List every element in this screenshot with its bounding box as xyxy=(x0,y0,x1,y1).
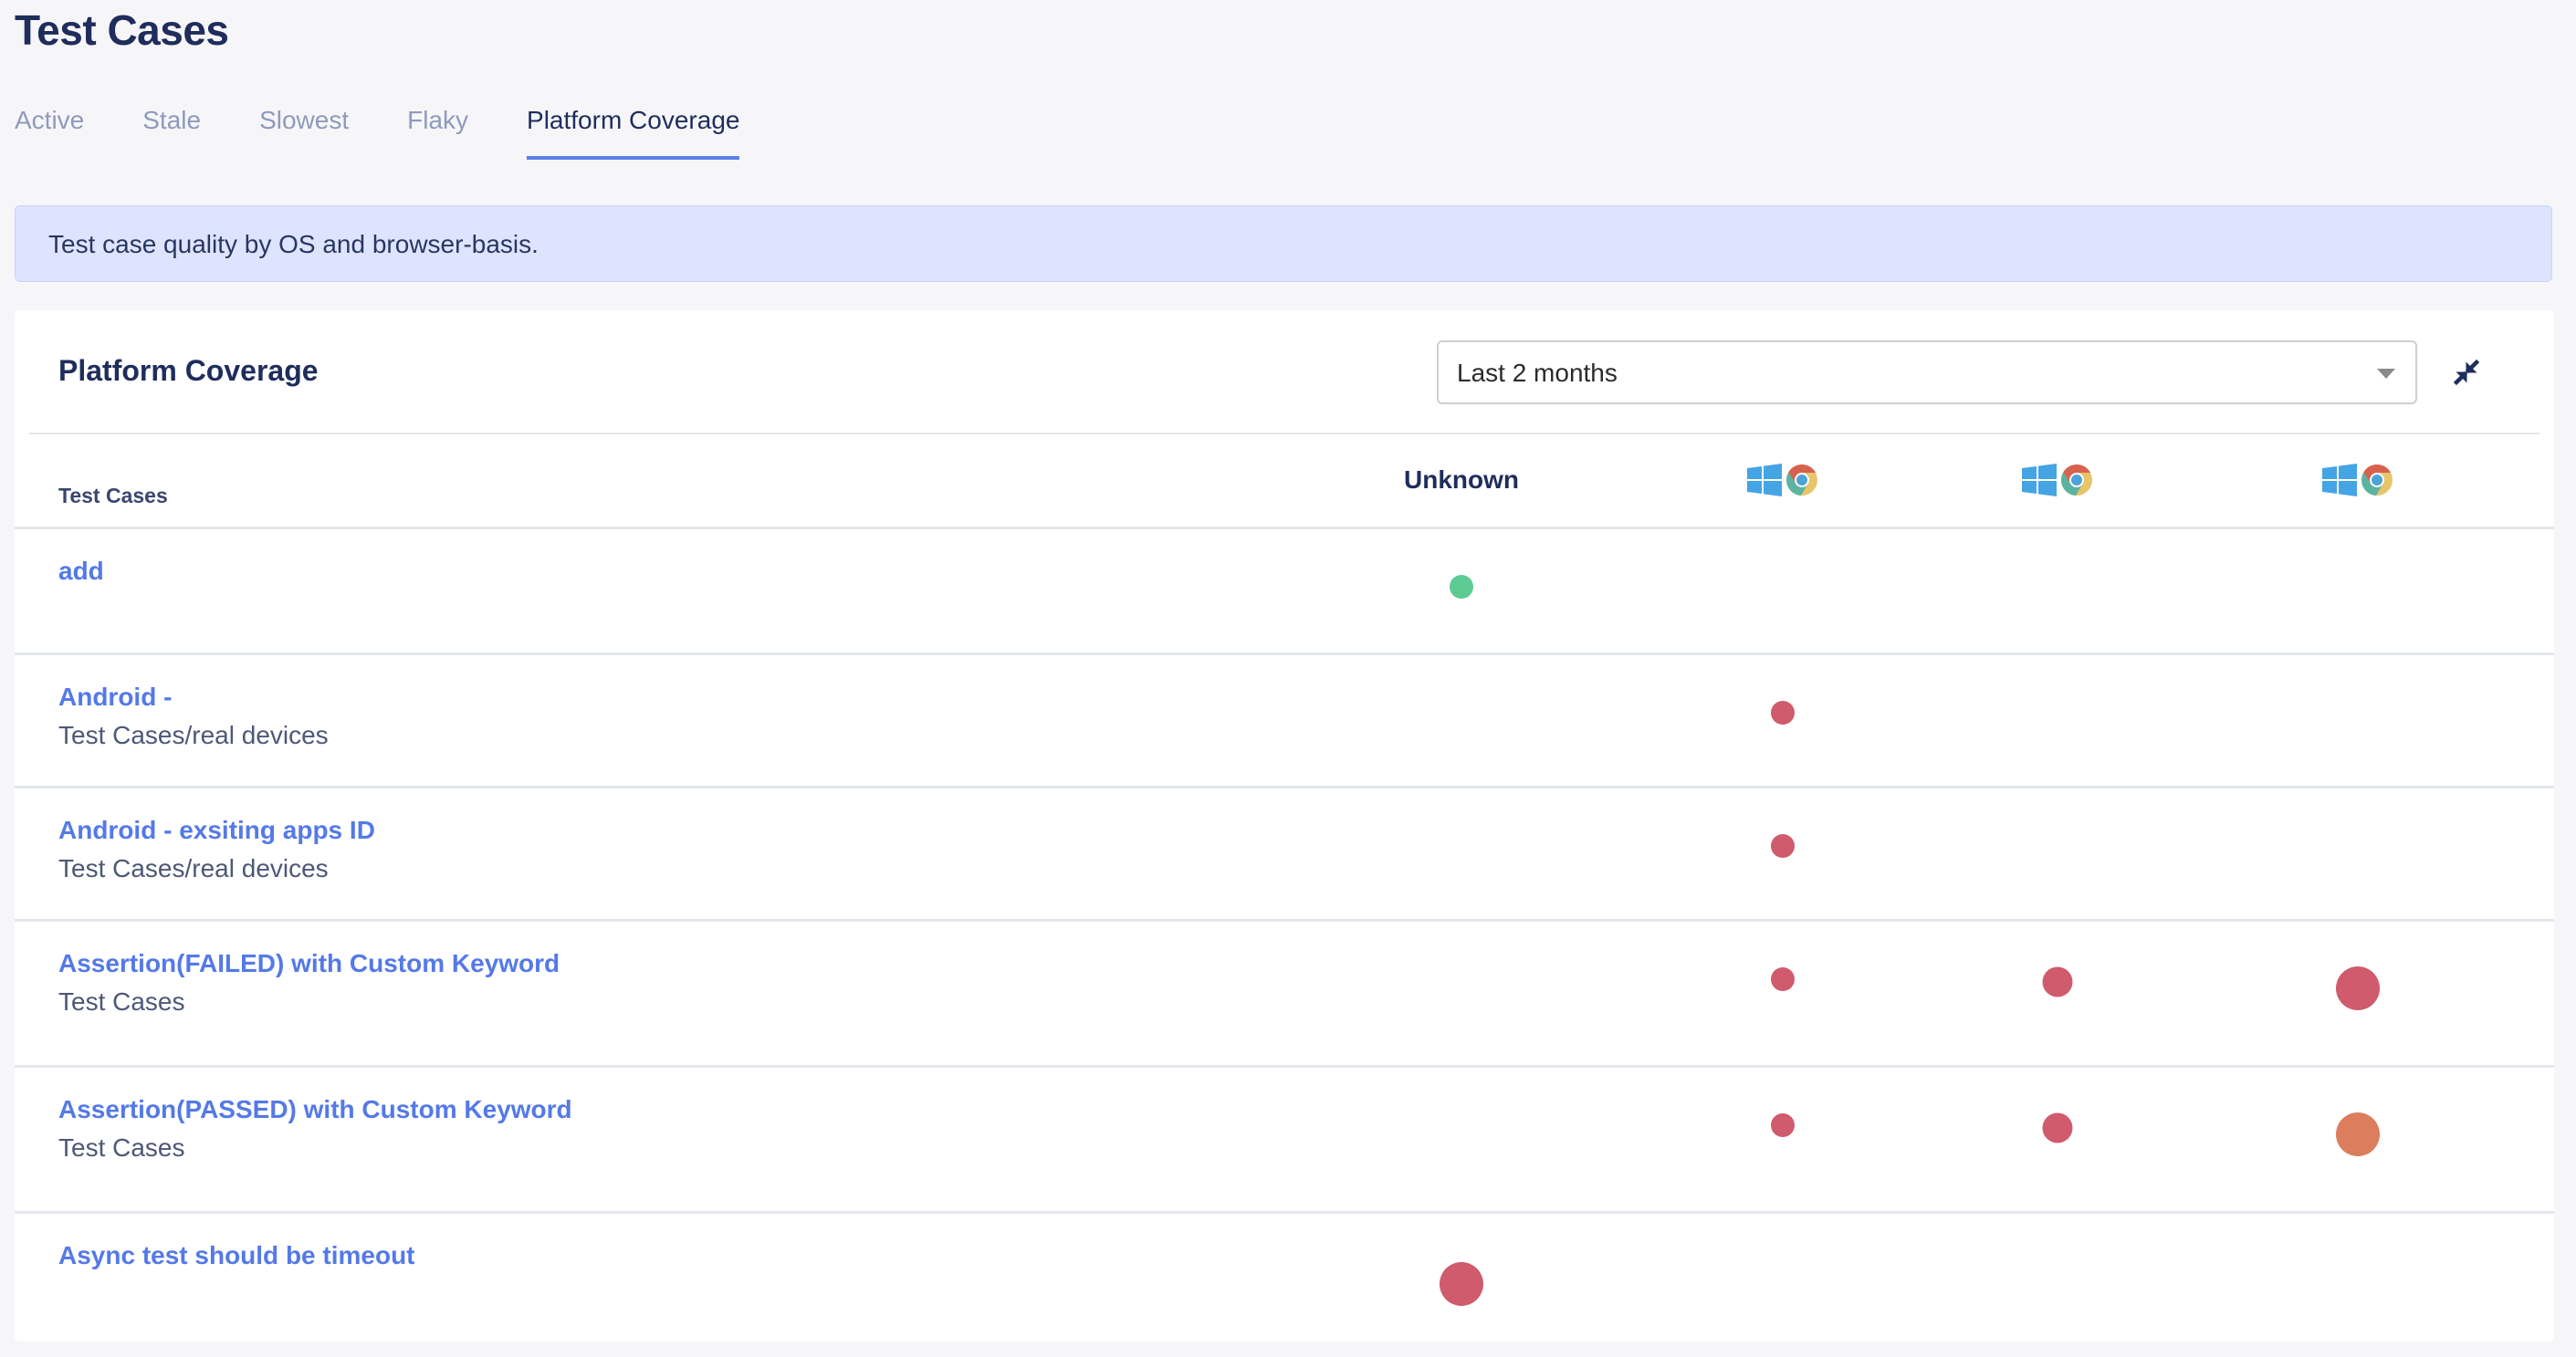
test-case-path: Test Cases xyxy=(58,1133,185,1162)
card-divider xyxy=(29,433,2539,434)
time-range-select[interactable]: Last 2 months xyxy=(1437,340,2417,404)
tab-bar: Active Stale Slowest Flaky Platform Cove… xyxy=(15,102,798,162)
test-case-link[interactable]: Android - xyxy=(58,683,172,712)
test-case-link[interactable]: Android - exsiting apps ID xyxy=(58,816,375,845)
tab-stale[interactable]: Stale xyxy=(142,102,201,162)
tab-platform-coverage[interactable]: Platform Coverage xyxy=(527,102,740,162)
status-dot-failed[interactable] xyxy=(1771,701,1795,725)
status-dot-failed[interactable] xyxy=(1771,967,1795,991)
platform-icons xyxy=(1747,464,1818,496)
collapse-button[interactable] xyxy=(2448,354,2485,391)
test-case-link[interactable]: Assertion(FAILED) with Custom Keyword xyxy=(58,949,560,978)
status-dot-failed[interactable] xyxy=(2042,1112,2073,1143)
chrome-icon xyxy=(1786,465,1817,496)
table-row: add xyxy=(15,527,2554,652)
platform-icons xyxy=(2022,464,2093,496)
column-header-test-cases: Test Cases xyxy=(58,484,168,507)
tab-active[interactable]: Active xyxy=(15,102,84,162)
collapse-arrows-icon xyxy=(2453,359,2480,386)
test-case-link[interactable]: add xyxy=(58,557,104,586)
test-case-link[interactable]: Async test should be timeout xyxy=(58,1241,415,1270)
test-case-path: Test Cases xyxy=(58,987,185,1016)
info-banner: Test case quality by OS and browser-basi… xyxy=(15,205,2552,282)
info-banner-text: Test case quality by OS and browser-basi… xyxy=(48,230,539,258)
status-dot-failed[interactable] xyxy=(2336,966,2380,1010)
page-title: Test Cases xyxy=(15,6,229,54)
table-row: Assertion(PASSED) with Custom Keyword Tes… xyxy=(15,1065,2554,1211)
chrome-icon xyxy=(2061,465,2092,496)
status-dot-failed[interactable] xyxy=(1771,834,1795,858)
platform-coverage-card: Platform Coverage Last 2 months Test Cas… xyxy=(15,310,2554,1341)
column-header-platform xyxy=(2322,464,2393,496)
status-dot-passed[interactable] xyxy=(1450,575,1473,599)
status-dot-mixed[interactable] xyxy=(2336,1112,2380,1156)
column-header-unknown: Unknown xyxy=(1404,465,1519,494)
windows-icon xyxy=(2322,464,2357,496)
platform-icons xyxy=(2322,464,2393,496)
table-row: Assertion(FAILED) with Custom Keyword Tes… xyxy=(15,919,2554,1065)
windows-icon xyxy=(2022,464,2057,496)
time-range-value: Last 2 months xyxy=(1457,359,1618,387)
test-case-path: Test Cases/real devices xyxy=(58,854,329,882)
status-dot-failed[interactable] xyxy=(1771,1113,1795,1137)
column-header-platform xyxy=(2022,464,2093,496)
test-case-path: Test Cases/real devices xyxy=(58,721,329,749)
windows-icon xyxy=(1747,464,1782,496)
status-dot-failed[interactable] xyxy=(1440,1262,1483,1306)
chrome-icon xyxy=(2361,465,2393,496)
table-row: Android - exsiting apps ID Test Cases/rea… xyxy=(15,786,2554,919)
tab-slowest[interactable]: Slowest xyxy=(259,102,349,162)
caret-down-icon xyxy=(2377,369,2395,379)
status-dot-failed[interactable] xyxy=(2042,966,2073,997)
card-title: Platform Coverage xyxy=(58,354,319,387)
test-case-link[interactable]: Assertion(PASSED) with Custom Keyword xyxy=(58,1095,572,1124)
table-row: Async test should be timeout xyxy=(15,1211,2554,1357)
table-row: Android - Test Cases/real devices xyxy=(15,652,2554,786)
column-header-platform xyxy=(1747,464,1818,496)
tab-flaky[interactable]: Flaky xyxy=(407,102,468,162)
